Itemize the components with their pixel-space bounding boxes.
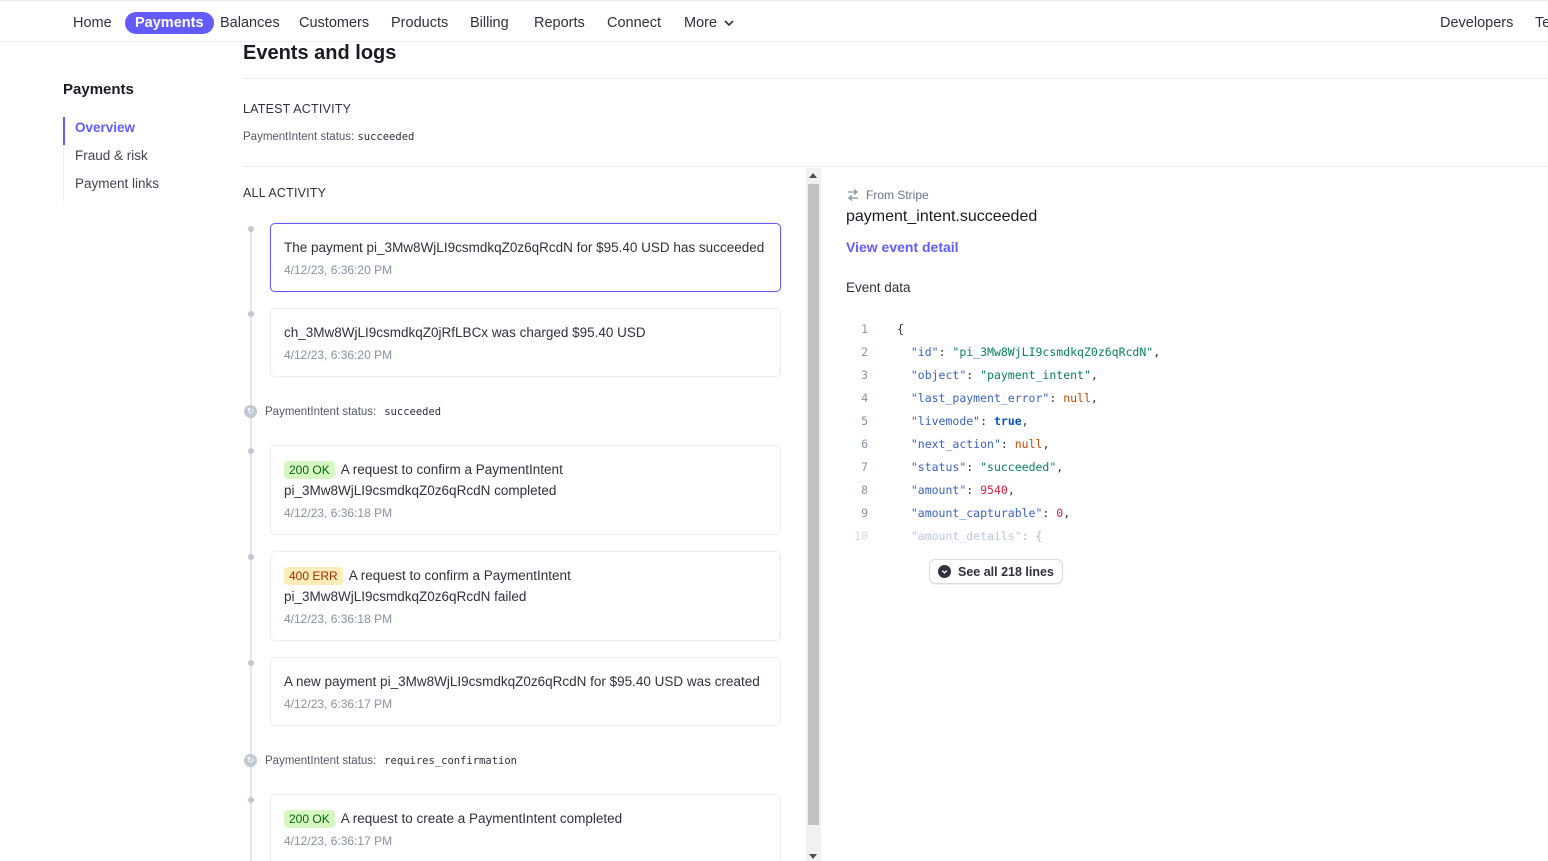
status-badge-ok: 200 OK bbox=[284, 810, 335, 828]
nav-billing[interactable]: Billing bbox=[470, 12, 509, 34]
event-card[interactable]: 200 OK A request to create a PaymentInten… bbox=[270, 794, 781, 861]
sidebar-item-payment-links[interactable]: Payment links bbox=[64, 173, 193, 201]
activity-scrollbar[interactable] bbox=[806, 168, 821, 861]
arrows-exchange-icon bbox=[847, 189, 859, 201]
event-description: 200 OK A request to confirm a PaymentInte… bbox=[284, 459, 767, 501]
section-divider bbox=[243, 166, 1548, 167]
see-all-lines-button[interactable]: See all 218 lines bbox=[929, 559, 1063, 584]
nav-test-mode-truncated[interactable]: Te bbox=[1535, 12, 1548, 34]
event-description: 400 ERR A request to confirm a PaymentInt… bbox=[284, 565, 767, 607]
sidebar-item-fraud-risk[interactable]: Fraud & risk bbox=[64, 145, 193, 173]
status-marker-prefix: PaymentIntent status: bbox=[265, 405, 377, 418]
timeline-dot bbox=[248, 311, 254, 317]
timeline-dot bbox=[248, 797, 254, 803]
scrollbar-thumb[interactable] bbox=[808, 184, 819, 825]
top-navigation: Home Payments Balances Customers Product… bbox=[0, 0, 1548, 42]
code-line: 3 "object": "payment_intent", bbox=[861, 368, 1098, 382]
event-card[interactable]: A new payment pi_3Mw8WjLI9csmdkqZ0z6qRcd… bbox=[270, 657, 781, 726]
chevron-down-circle-icon bbox=[938, 565, 951, 578]
status-marker-value: requires_confirmation bbox=[384, 754, 517, 767]
code-line: 5 "livemode": true, bbox=[861, 414, 1029, 428]
event-description: A new payment pi_3Mw8WjLI9csmdkqZ0z6qRcd… bbox=[284, 674, 760, 689]
nav-developers[interactable]: Developers bbox=[1440, 12, 1513, 34]
status-badge-error: 400 ERR bbox=[284, 567, 343, 585]
status-marker-prefix: PaymentIntent status: bbox=[265, 754, 377, 767]
timeline-dot bbox=[248, 554, 254, 560]
nav-products[interactable]: Products bbox=[391, 12, 448, 34]
status-marker: ↻ PaymentIntent status: requires_confirm… bbox=[244, 754, 517, 767]
status-change-icon: ↻ bbox=[244, 754, 257, 767]
event-text: A request to create a PaymentIntent comp… bbox=[340, 811, 623, 826]
sidebar-title: Payments bbox=[63, 81, 134, 98]
event-description: The payment pi_3Mw8WjLI9csmdkqZ0z6qRcdN … bbox=[284, 240, 765, 255]
scroll-down-arrow-icon[interactable] bbox=[809, 854, 817, 859]
page-title: Events and logs bbox=[243, 42, 397, 64]
latest-activity-heading: LATEST ACTIVITY bbox=[243, 102, 352, 116]
nav-more-label: More bbox=[684, 15, 718, 31]
code-line: 6 "next_action": null, bbox=[861, 437, 1050, 451]
event-card[interactable]: ch_3Mw8WjLI9csmdkqZ0jRfLBCx was charged … bbox=[270, 308, 781, 377]
event-timestamp: 4/12/23, 6:36:20 PM bbox=[284, 348, 393, 362]
code-line: 9 "amount_capturable": 0, bbox=[861, 506, 1071, 520]
event-description: 200 OK A request to create a PaymentInten… bbox=[284, 808, 767, 829]
timeline-dot bbox=[248, 226, 254, 232]
title-divider bbox=[243, 78, 1548, 79]
code-line: 10 "amount_details": { bbox=[854, 529, 1043, 543]
event-timestamp: 4/12/23, 6:36:20 PM bbox=[284, 263, 393, 277]
status-badge-ok: 200 OK bbox=[284, 461, 335, 479]
sidebar-item-overview[interactable]: Overview bbox=[63, 117, 193, 145]
event-card[interactable]: 200 OK A request to confirm a PaymentInte… bbox=[270, 445, 781, 535]
code-line: 2 "id": "pi_3Mw8WjLI9csmdkqZ0z6qRcdN", bbox=[861, 345, 1161, 359]
timeline-dot bbox=[248, 660, 254, 666]
event-timestamp: 4/12/23, 6:36:18 PM bbox=[284, 612, 393, 626]
event-source: From Stripe bbox=[846, 188, 929, 202]
all-activity-heading: ALL ACTIVITY bbox=[243, 186, 327, 200]
nav-customers[interactable]: Customers bbox=[299, 12, 369, 34]
nav-balances[interactable]: Balances bbox=[220, 12, 280, 34]
event-timestamp: 4/12/23, 6:36:17 PM bbox=[284, 834, 393, 848]
event-type: payment_intent.succeeded bbox=[846, 208, 1038, 225]
nav-more[interactable]: More bbox=[684, 12, 735, 34]
latest-status-value: succeeded bbox=[357, 131, 415, 143]
chevron-down-icon bbox=[724, 20, 734, 27]
code-line: 1{ bbox=[861, 322, 904, 336]
event-data-heading: Event data bbox=[846, 280, 911, 295]
code-line: 8 "amount": 9540, bbox=[861, 483, 1015, 497]
event-source-label: From Stripe bbox=[866, 188, 929, 202]
scroll-up-arrow-icon[interactable] bbox=[809, 173, 817, 178]
latest-status: PaymentIntent status: succeeded bbox=[243, 131, 414, 143]
status-marker-value: succeeded bbox=[384, 405, 442, 418]
event-description: ch_3Mw8WjLI9csmdkqZ0jRfLBCx was charged … bbox=[284, 325, 646, 340]
nav-payments[interactable]: Payments bbox=[125, 12, 214, 34]
status-change-icon: ↻ bbox=[244, 405, 257, 418]
code-line: 7 "status": "succeeded", bbox=[861, 460, 1064, 474]
nav-connect[interactable]: Connect bbox=[607, 12, 661, 34]
nav-home[interactable]: Home bbox=[73, 12, 112, 34]
nav-reports[interactable]: Reports bbox=[534, 12, 585, 34]
timeline-dot bbox=[248, 448, 254, 454]
code-line: 4 "last_payment_error": null, bbox=[861, 391, 1098, 405]
latest-status-prefix: PaymentIntent status: bbox=[243, 131, 355, 143]
event-card[interactable]: 400 ERR A request to confirm a PaymentInt… bbox=[270, 551, 781, 641]
event-timestamp: 4/12/23, 6:36:17 PM bbox=[284, 697, 393, 711]
event-data-code: 1{ 2 "id": "pi_3Mw8WjLI9csmdkqZ0z6qRcdN"… bbox=[846, 318, 1246, 548]
event-card[interactable]: The payment pi_3Mw8WjLI9csmdkqZ0z6qRcdN … bbox=[270, 223, 781, 292]
event-timestamp: 4/12/23, 6:36:18 PM bbox=[284, 506, 393, 520]
view-event-detail-link[interactable]: View event detail bbox=[846, 239, 959, 255]
sidebar-nav: Overview Fraud & risk Payment links bbox=[63, 117, 193, 201]
see-all-label: See all 218 lines bbox=[958, 564, 1054, 579]
status-marker: ↻ PaymentIntent status: succeeded bbox=[244, 405, 441, 418]
